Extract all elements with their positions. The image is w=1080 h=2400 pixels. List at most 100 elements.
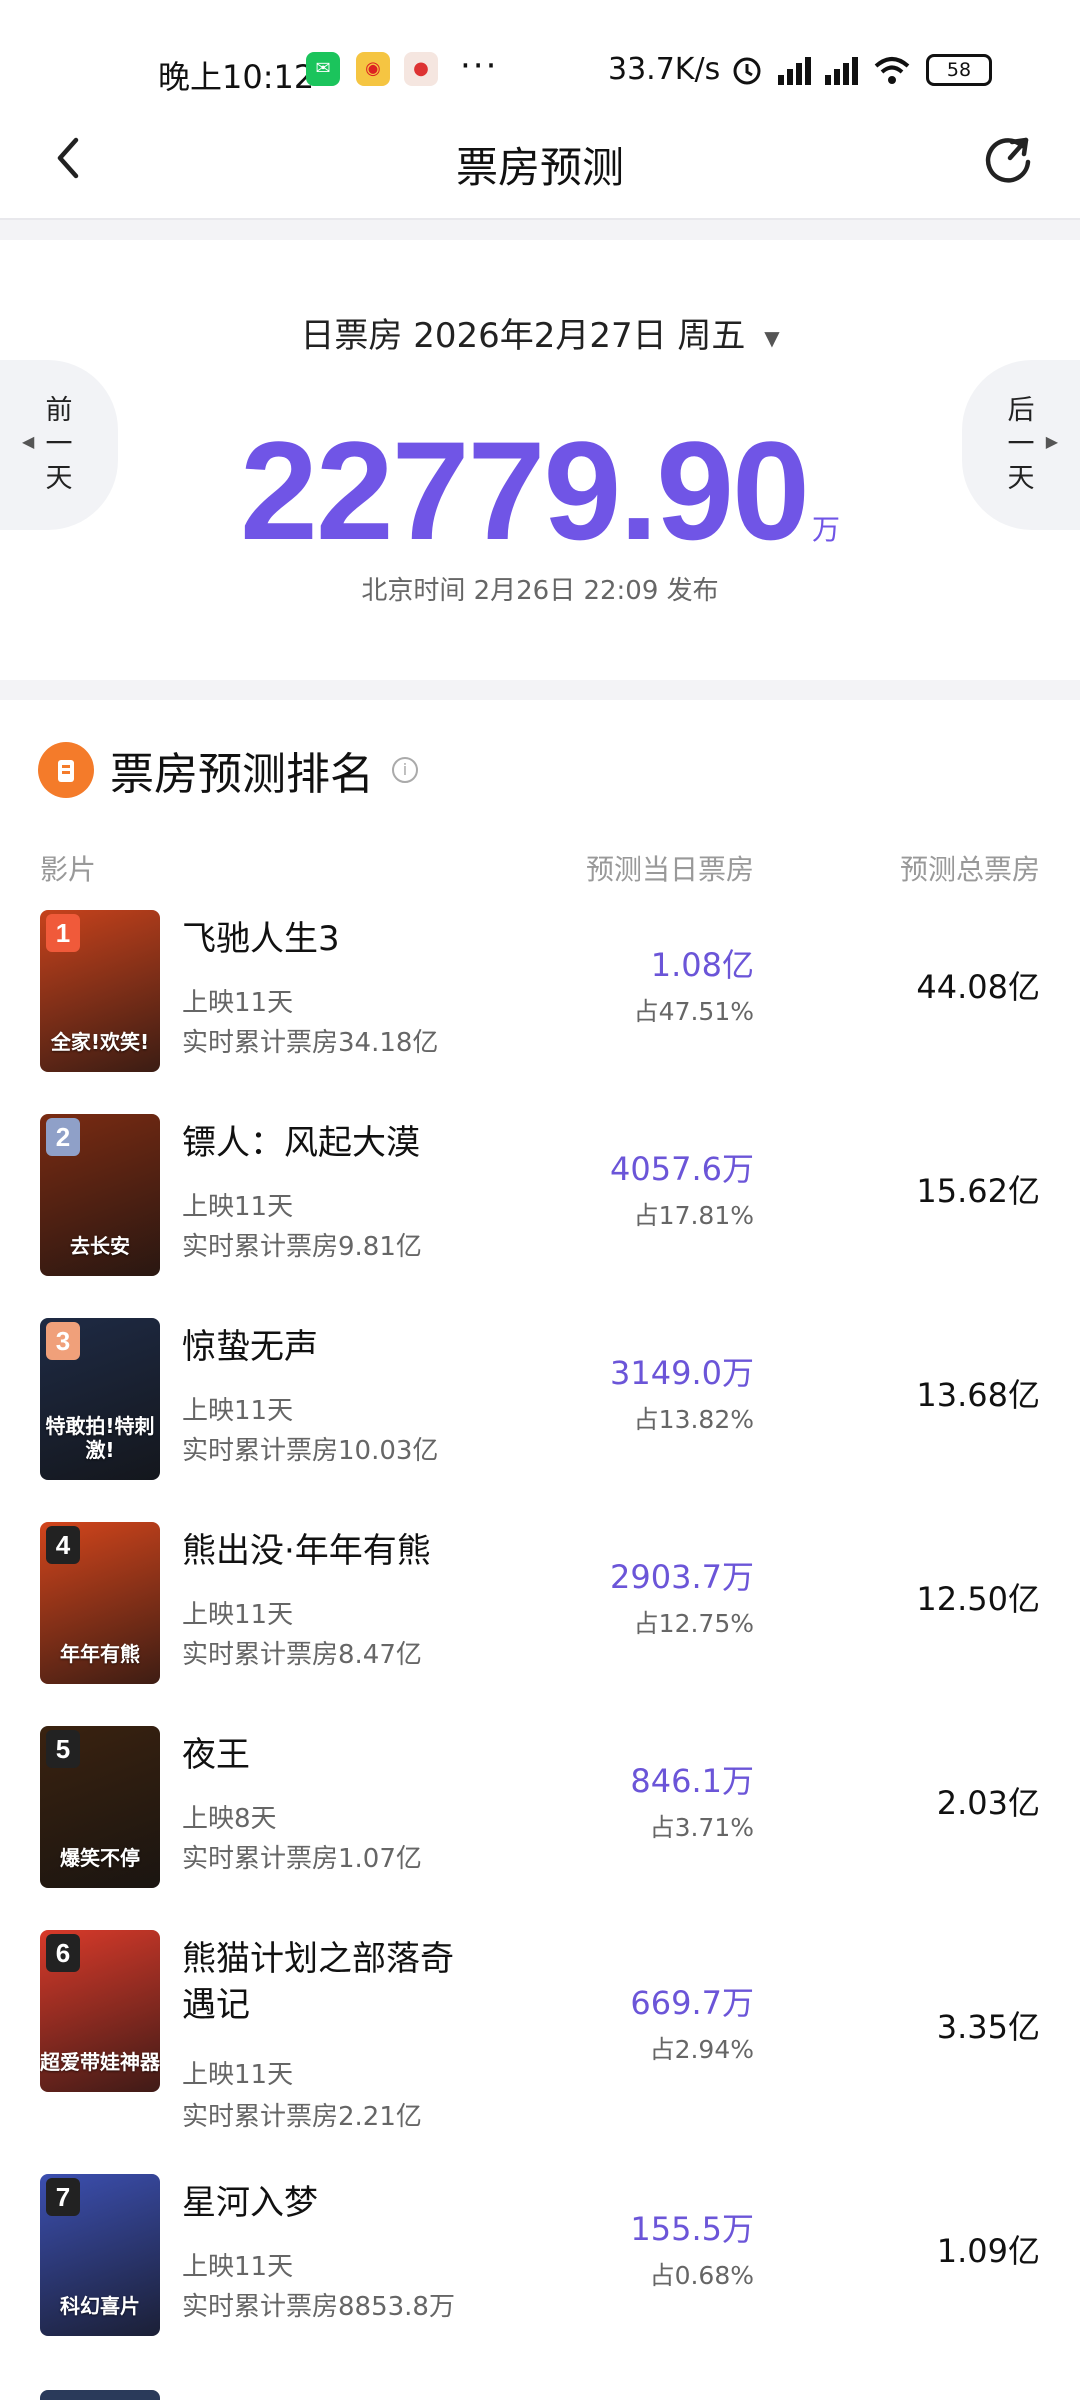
total-unit: 万 [811, 513, 840, 546]
movie-day-box: 1.08亿 [650, 946, 754, 984]
header: 票房预测 [0, 110, 1080, 220]
movie-row[interactable]: 5 爆笑不停 夜王 上映8天 实时累计票房1.07亿 846.1万 占3.71%… [0, 1726, 1080, 1930]
poster-slogan: 年年有熊 [60, 1642, 140, 1666]
movie-share: 占47.51% [633, 997, 754, 1026]
rank-badge: 3 [46, 1322, 80, 1360]
movie-poster[interactable]: 4 年年有熊 [40, 1522, 160, 1684]
movie-share: 占13.82% [633, 1405, 754, 1434]
ranking-icon [38, 742, 94, 798]
movie-cumulative: 实时累计票房1.07亿 [182, 1844, 422, 1874]
movie-poster[interactable]: 7 科幻喜片 [40, 2174, 160, 2336]
poster-slogan: 超爱带娃神器 [40, 2050, 160, 2074]
movie-days: 上映11天 [182, 1396, 294, 1426]
share-icon [985, 137, 1031, 183]
publish-time: 北京时间 2月26日 22:09 发布 [361, 576, 719, 606]
movie-cumulative: 实时累计票房8.47亿 [182, 1640, 422, 1670]
signal-icon [778, 55, 811, 85]
movie-days: 上映11天 [182, 2060, 294, 2090]
movie-name[interactable]: 惊蛰无声 [182, 1324, 482, 1370]
movie-days: 上映11天 [182, 1192, 294, 1222]
rank-badge: 7 [46, 2178, 80, 2216]
movie-share: 占17.81% [633, 1201, 754, 1230]
rank-badge: 4 [46, 1526, 80, 1564]
movie-cumulative: 实时累计票房8853.8万 [182, 2292, 455, 2322]
movie-poster[interactable]: 6 超爱带娃神器 [40, 1930, 160, 2092]
movie-days: 上映11天 [182, 1600, 294, 1630]
poster-slogan: 爆笑不停 [60, 1846, 140, 1870]
movie-total: 15.62亿 [916, 1172, 1040, 1210]
movie-row[interactable]: 7 科幻喜片 星河入梦 上映11天 实时累计票房8853.8万 155.5万 占… [0, 2174, 1080, 2378]
movie-name[interactable]: 熊猫计划之部落奇遇记 [182, 1936, 482, 2028]
wifi-icon [874, 57, 910, 84]
summary-label: 日票房 [300, 316, 403, 356]
ranking-header: 票房预测排名 i [38, 738, 418, 802]
movie-poster[interactable]: 5 爆笑不停 [40, 1726, 160, 1888]
movie-name[interactable]: 夜王 [182, 1732, 482, 1778]
movie-total: 1.09亿 [936, 2232, 1040, 2270]
wechat-icon: ✉ [306, 52, 340, 86]
movie-name[interactable]: 星河入梦 [182, 2180, 482, 2226]
alarm-icon [733, 57, 761, 85]
status-time: 晚上10:12 [158, 58, 315, 96]
movie-poster[interactable]: 1 全家!欢笑! [40, 910, 160, 1072]
weibo-icon: ◉ [356, 52, 390, 86]
movie-list: 1 全家!欢笑! 飞驰人生3 上映11天 实时累计票房34.18亿 1.08亿 … [0, 910, 1080, 2378]
movie-share: 占0.68% [649, 2261, 754, 2290]
movie-day-box: 4057.6万 [610, 1150, 754, 1188]
movie-cumulative: 实时累计票房34.18亿 [182, 1028, 439, 1058]
poster-slogan: 科幻喜片 [60, 2294, 140, 2318]
battery-icon: 58 [926, 54, 992, 86]
movie-total: 2.03亿 [936, 1784, 1040, 1822]
movie-total: 13.68亿 [916, 1376, 1040, 1414]
movie-name[interactable]: 熊出没·年年有熊 [182, 1528, 482, 1574]
column-film: 影片 [40, 853, 97, 886]
movie-name[interactable]: 镖人：风起大漠 [182, 1120, 482, 1166]
movie-day-box: 3149.0万 [610, 1354, 754, 1392]
movie-day-box: 846.1万 [630, 1762, 754, 1800]
movie-days: 上映8天 [182, 1804, 277, 1834]
movie-days: 上映11天 [182, 2252, 294, 2282]
total-box-office: 22779.90 万 [0, 410, 1080, 572]
movie-name[interactable]: 飞驰人生3 [182, 916, 482, 962]
movie-poster[interactable]: 3 特敢拍!特刺激! [40, 1318, 160, 1480]
poster-slogan: 特敢拍!特刺激! [45, 1414, 155, 1462]
status-icons: 58 [730, 50, 992, 90]
ranking-section: 票房预测排名 i 影片 预测当日票房 预测总票房 1 全家!欢笑! 飞驰人生3 … [0, 700, 1080, 2400]
movie-cumulative: 实时累计票房10.03亿 [182, 1436, 439, 1466]
rank-badge: 1 [46, 914, 80, 952]
poster-slogan: 去长安 [70, 1234, 130, 1258]
movie-day-box: 669.7万 [630, 1984, 754, 2022]
date-selector[interactable]: 日票房 2026年2月27日 周五 ▼ [0, 308, 1080, 357]
movie-day-box: 155.5万 [630, 2210, 754, 2248]
movie-share: 占3.71% [649, 1813, 754, 1842]
movie-row[interactable]: 6 超爱带娃神器 熊猫计划之部落奇遇记 上映11天 实时累计票房2.21亿 66… [0, 1930, 1080, 2174]
movie-cumulative: 实时累计票房9.81亿 [182, 1232, 422, 1262]
app-screen: 晚上10:12 ✉ ◉ ● ··· 33.7K/s 58 票房预测 日票房 20… [0, 0, 1080, 2400]
signal-icon-2 [825, 55, 858, 85]
movie-row[interactable]: 1 全家!欢笑! 飞驰人生3 上映11天 实时累计票房34.18亿 1.08亿 … [0, 910, 1080, 1114]
movie-share: 占2.94% [649, 2035, 754, 2064]
summary-date: 2026年2月27日 周五 [413, 316, 746, 356]
movie-row[interactable]: 2 去长安 镖人：风起大漠 上映11天 实时累计票房9.81亿 4057.6万 … [0, 1114, 1080, 1318]
share-button[interactable] [976, 128, 1040, 192]
ranking-title: 票房预测排名 [110, 749, 374, 800]
column-day-box: 预测当日票房 [585, 853, 754, 886]
movie-poster[interactable]: 2 去长安 [40, 1114, 160, 1276]
movie-total: 44.08亿 [916, 968, 1040, 1006]
column-total-box: 预测总票房 [899, 853, 1040, 886]
daily-summary-card: 日票房 2026年2月27日 周五 ▼ ◀ 前一天 后一天 ▶ 22779.90… [0, 240, 1080, 680]
info-icon[interactable]: i [392, 757, 418, 783]
movie-row[interactable]: 3 特敢拍!特刺激! 惊蛰无声 上映11天 实时累计票房10.03亿 3149.… [0, 1318, 1080, 1522]
page-title: 票房预测 [455, 143, 624, 192]
movie-total: 12.50亿 [916, 1580, 1040, 1618]
rank-badge: 6 [46, 1934, 80, 1972]
movie-day-box: 2903.7万 [610, 1558, 754, 1596]
app-notification-icon: ● [404, 52, 438, 86]
total-value: 22779.90 [240, 412, 810, 569]
dropdown-caret-icon: ▼ [764, 325, 780, 350]
movie-row[interactable]: 4 年年有熊 熊出没·年年有熊 上映11天 实时累计票房8.47亿 2903.7… [0, 1522, 1080, 1726]
rank-badge: 5 [46, 1730, 80, 1768]
rank-badge: 2 [46, 1118, 80, 1156]
movie-total: 3.35亿 [936, 2008, 1040, 2046]
movie-share: 占12.75% [633, 1609, 754, 1638]
